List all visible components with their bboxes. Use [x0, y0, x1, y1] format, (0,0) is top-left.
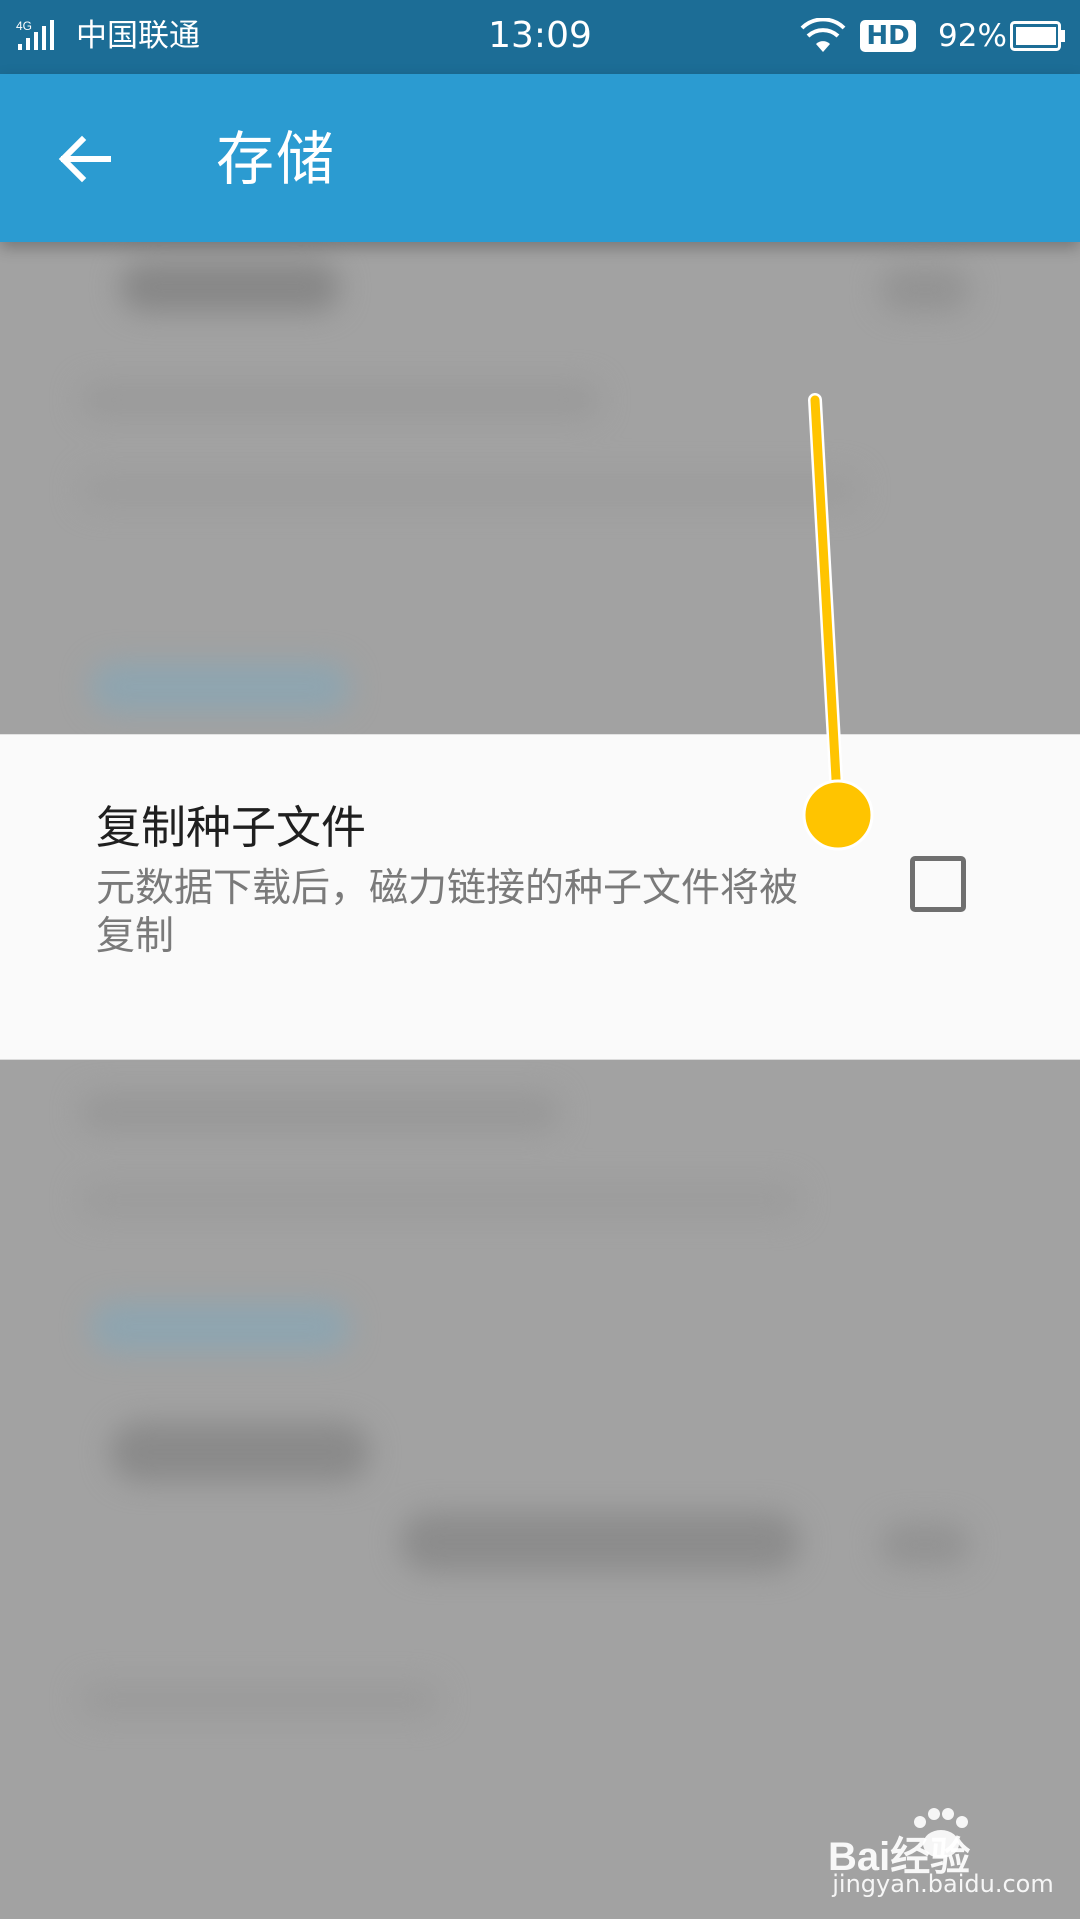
- watermark-url: jingyan.baidu.com: [832, 1870, 1054, 1898]
- annotation-pointer: [802, 393, 874, 851]
